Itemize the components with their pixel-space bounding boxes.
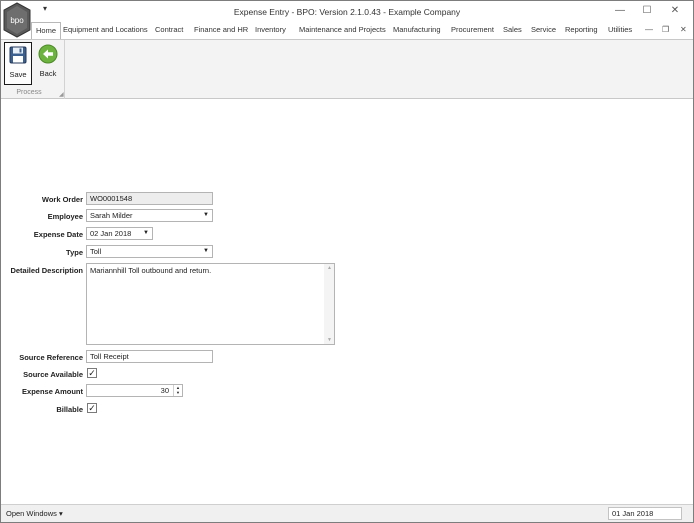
source-reference-label: Source Reference bbox=[19, 353, 83, 362]
expense-date-label: Expense Date bbox=[33, 230, 83, 239]
tab-equipment-and-locations[interactable]: Equipment and Locations bbox=[63, 22, 148, 39]
tab-contract[interactable]: Contract bbox=[155, 22, 183, 39]
detailed-description-label: Detailed Description bbox=[10, 266, 83, 275]
mdi-close-icon[interactable]: ✕ bbox=[680, 25, 687, 34]
close-icon[interactable]: ✕ bbox=[665, 3, 685, 19]
tab-maintenance-and-projects[interactable]: Maintenance and Projects bbox=[299, 22, 386, 39]
scroll-down-icon[interactable]: ▼ bbox=[327, 337, 332, 343]
work-order-label: Work Order bbox=[41, 195, 83, 204]
ribbon-group-label: Process bbox=[16, 89, 42, 96]
source-available-checkbox[interactable]: ✓ bbox=[87, 368, 97, 378]
detailed-description-textarea[interactable]: Mariannhill Toll outbound and return. ▲ … bbox=[86, 263, 335, 345]
expense-amount-value: 30 bbox=[160, 386, 169, 395]
tab-manufacturing[interactable]: Manufacturing bbox=[393, 22, 441, 39]
expense-date-value: 02 Jan 2018 bbox=[90, 229, 132, 238]
type-value: Toll bbox=[90, 247, 102, 256]
billable-checkbox[interactable]: ✓ bbox=[87, 403, 97, 413]
spin-down-icon[interactable]: ▼ bbox=[174, 390, 182, 395]
ribbon: Save Back Process ◢ bbox=[1, 39, 693, 99]
type-dropdown[interactable]: Toll ▼ bbox=[86, 245, 213, 258]
tab-service[interactable]: Service bbox=[531, 22, 556, 39]
source-reference-field[interactable]: Toll Receipt bbox=[86, 350, 213, 363]
save-button-label: Save bbox=[9, 70, 27, 79]
back-button-label: Back bbox=[39, 69, 57, 78]
window-title: Expense Entry - BPO: Version 2.1.0.43 - … bbox=[233, 7, 461, 17]
tab-procurement[interactable]: Procurement bbox=[451, 22, 494, 39]
status-date-field[interactable]: 01 Jan 2018 bbox=[608, 507, 682, 520]
back-button[interactable]: Back bbox=[34, 42, 62, 85]
employee-value: Sarah Milder bbox=[90, 211, 133, 220]
tab-utilities[interactable]: Utilities bbox=[608, 22, 632, 39]
detailed-description-value: Mariannhill Toll outbound and return. bbox=[90, 266, 212, 275]
save-button[interactable]: Save bbox=[4, 42, 32, 85]
maximize-icon[interactable]: ☐ bbox=[637, 3, 657, 19]
tab-reporting[interactable]: Reporting bbox=[565, 22, 598, 39]
tab-home[interactable]: Home bbox=[31, 22, 62, 40]
open-windows-menu[interactable]: Open Windows ▾ bbox=[6, 509, 63, 518]
tab-finance-and-hr[interactable]: Finance and HR bbox=[194, 22, 248, 39]
mdi-restore-icon[interactable]: ❐ bbox=[662, 25, 669, 34]
scroll-up-icon[interactable]: ▲ bbox=[327, 265, 332, 271]
type-label: Type bbox=[66, 248, 83, 257]
back-arrow-icon bbox=[38, 44, 58, 64]
floppy-disk-icon bbox=[9, 46, 27, 64]
source-available-label: Source Available bbox=[23, 370, 83, 379]
expense-date-picker[interactable]: 02 Jan 2018 ▼ bbox=[86, 227, 153, 240]
work-order-field: WO0001548 bbox=[86, 192, 213, 205]
minimize-icon[interactable]: — bbox=[610, 3, 630, 19]
expense-amount-label: Expense Amount bbox=[22, 387, 83, 396]
logo-text: bpo bbox=[10, 16, 24, 25]
expense-amount-field[interactable]: 30 ▲ ▼ bbox=[86, 384, 183, 397]
ribbon-tabs: Home Equipment and Locations Contract Fi… bbox=[31, 22, 693, 40]
chevron-down-icon[interactable]: ▼ bbox=[203, 210, 209, 221]
expense-amount-spinner[interactable]: ▲ ▼ bbox=[173, 385, 182, 396]
app-window: bpo ▾ Expense Entry - BPO: Version 2.1.0… bbox=[0, 0, 694, 523]
status-bar: Open Windows ▾ 01 Jan 2018 bbox=[1, 504, 693, 522]
billable-label: Billable bbox=[56, 405, 83, 414]
tab-sales[interactable]: Sales bbox=[503, 22, 522, 39]
mdi-minimize-icon[interactable]: — bbox=[645, 25, 653, 34]
chevron-down-icon[interactable]: ▼ bbox=[143, 228, 149, 239]
title-bar: bpo ▾ Expense Entry - BPO: Version 2.1.0… bbox=[1, 1, 693, 38]
group-launcher-icon[interactable]: ◢ bbox=[59, 91, 64, 98]
employee-dropdown[interactable]: Sarah Milder ▼ bbox=[86, 209, 213, 222]
chevron-down-icon[interactable]: ▼ bbox=[203, 246, 209, 257]
ribbon-group-process: Save Back Process ◢ bbox=[2, 40, 65, 99]
employee-label: Employee bbox=[47, 212, 83, 221]
tab-inventory[interactable]: Inventory bbox=[255, 22, 286, 39]
description-scrollbar[interactable]: ▲ ▼ bbox=[324, 264, 334, 344]
